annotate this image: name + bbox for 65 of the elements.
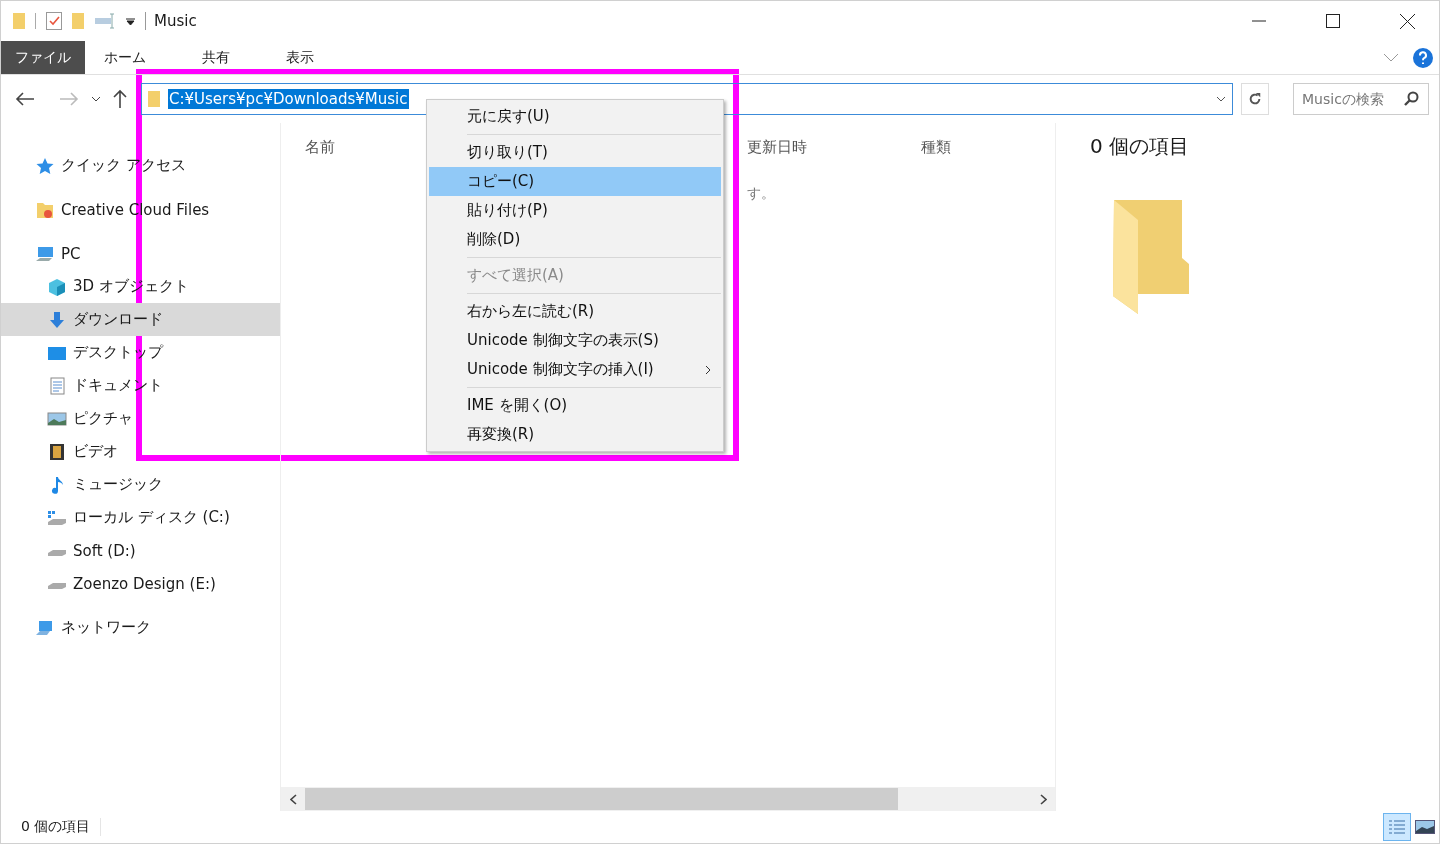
drive-icon bbox=[47, 508, 67, 527]
empty-message: す。 bbox=[747, 185, 775, 203]
window-title: Music bbox=[145, 12, 197, 30]
picture-icon bbox=[1415, 820, 1435, 834]
refresh-icon bbox=[1248, 91, 1262, 107]
picture-icon bbox=[47, 409, 67, 428]
chevron-down-icon[interactable] bbox=[1216, 96, 1226, 102]
sidebar-item[interactable]: ダウンロード bbox=[1, 303, 280, 336]
cube-icon bbox=[47, 277, 67, 296]
search-icon bbox=[1404, 91, 1419, 106]
ribbon-tab[interactable]: 表示 bbox=[267, 41, 333, 74]
menu-item[interactable]: Unicode 制御文字の挿入(I) bbox=[429, 355, 721, 384]
menu-item[interactable]: 再変換(R) bbox=[429, 420, 721, 449]
chevron-down-icon bbox=[91, 96, 101, 102]
menu-item[interactable]: 右から左に読む(R) bbox=[429, 297, 721, 326]
menu-item[interactable]: 切り取り(T) bbox=[429, 138, 721, 167]
maximize-icon bbox=[1326, 14, 1340, 28]
refresh-button[interactable] bbox=[1241, 83, 1269, 115]
up-button[interactable] bbox=[111, 87, 129, 111]
address-text: C:¥Users¥pc¥Downloads¥Music bbox=[168, 89, 409, 109]
help-icon[interactable] bbox=[1413, 47, 1433, 68]
list-icon bbox=[1388, 819, 1406, 835]
menu-item[interactable]: Unicode 制御文字の表示(S) bbox=[429, 326, 721, 355]
ribbon-tab[interactable]: 共有 bbox=[183, 41, 249, 74]
chevron-left-icon bbox=[289, 793, 297, 805]
sidebar-item[interactable]: Soft (D:) bbox=[1, 534, 280, 567]
status-item-count: 0 個の項目 bbox=[21, 818, 102, 836]
sidebar-item[interactable]: ミュージック bbox=[1, 468, 280, 501]
menu-item[interactable]: コピー(C) bbox=[429, 167, 721, 196]
star-icon bbox=[35, 156, 55, 175]
chevron-right-icon bbox=[1039, 793, 1047, 805]
sidebar-item[interactable]: PC bbox=[1, 237, 280, 270]
back-arrow-icon bbox=[15, 91, 35, 107]
document-icon bbox=[47, 376, 67, 395]
sidebar-item[interactable]: ピクチャ bbox=[1, 402, 280, 435]
up-arrow-icon bbox=[113, 89, 127, 109]
network-icon bbox=[35, 618, 55, 637]
folder-icon bbox=[148, 91, 160, 107]
sidebar-item[interactable]: ネットワーク bbox=[1, 611, 280, 644]
menu-item[interactable]: 貼り付け(P) bbox=[429, 196, 721, 225]
drive-icon bbox=[47, 583, 67, 590]
sidebar-item[interactable]: ローカル ディスク (C:) bbox=[1, 501, 280, 534]
sidebar-item[interactable]: ドキュメント bbox=[1, 369, 280, 402]
dropdown-icon[interactable] bbox=[126, 17, 135, 25]
search-field[interactable]: Musicの検索 bbox=[1293, 83, 1429, 115]
drive-icon bbox=[47, 550, 67, 557]
film-icon bbox=[47, 442, 67, 461]
scrollbar-thumb[interactable] bbox=[305, 788, 898, 810]
folder-icon bbox=[35, 200, 55, 219]
chevron-right-icon bbox=[705, 364, 711, 375]
menu-item[interactable]: 削除(D) bbox=[429, 225, 721, 254]
download-arrow-icon bbox=[47, 310, 67, 329]
sidebar-item[interactable]: Zoenzo Design (E:) bbox=[1, 567, 280, 600]
checklist-icon[interactable] bbox=[46, 12, 62, 30]
forward-arrow-icon bbox=[59, 91, 79, 107]
folder-icon bbox=[13, 13, 25, 29]
minimize-icon bbox=[1252, 20, 1266, 22]
ribbon-tab[interactable]: ホーム bbox=[85, 41, 165, 74]
recent-dropdown-button[interactable] bbox=[89, 94, 103, 104]
menu-item[interactable]: IME を開く(O) bbox=[429, 391, 721, 420]
column-header[interactable]: 種類 bbox=[897, 137, 1055, 157]
sidebar-item[interactable]: ビデオ bbox=[1, 435, 280, 468]
item-count: 0 個の項目 bbox=[1090, 133, 1191, 160]
close-icon bbox=[1399, 13, 1415, 29]
computer-icon bbox=[35, 244, 55, 263]
